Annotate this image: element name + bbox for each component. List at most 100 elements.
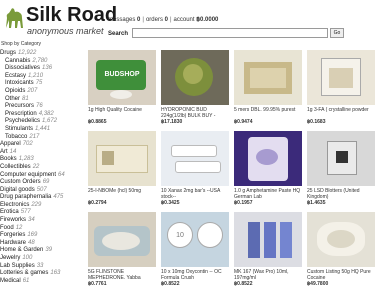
category-label: Drug paraphernalia: [0, 194, 52, 201]
category-link[interactable]: Food 12: [0, 225, 79, 233]
category-link[interactable]: Forgeries 169: [0, 232, 79, 240]
category-label: Drugs: [0, 50, 17, 56]
listing-thumbnail[interactable]: 10: [161, 212, 229, 267]
listing-item[interactable]: 25 LSD Blotters (United Kingdom) ฿1.4635: [307, 131, 375, 206]
listing-thumbnail[interactable]: [307, 131, 375, 186]
listing-thumbnail[interactable]: BUDSHOP: [88, 50, 156, 105]
listing-item[interactable]: 10 Xanax 2mg bar's --USA stock-- ฿0.3425: [161, 131, 229, 206]
category-link[interactable]: Ecstasy 1,210: [0, 73, 79, 81]
category-link[interactable]: Erotica 577: [0, 209, 79, 217]
listing-thumbnail[interactable]: [161, 50, 229, 105]
listing-item[interactable]: 1g 3-FA ( crystalline powder ฿0.1683: [307, 50, 375, 125]
listing-thumbnail[interactable]: [234, 131, 302, 186]
listing-item[interactable]: BUDSHOP 1g High Quality Cocaine ฿0.8865: [88, 50, 156, 125]
listing-item[interactable]: 1.0 g Amphetamine Paste HQ German Lab ฿0.…: [234, 131, 302, 206]
listing-title[interactable]: 10 Xanax 2mg bar's --USA stock--: [161, 188, 229, 200]
listing-title[interactable]: 5 mers DBL. 99.95% purest: [234, 107, 302, 119]
category-link[interactable]: Electronics 229: [0, 202, 79, 210]
listing-title[interactable]: 10 x 10mg Oxycontin -- OC Formula Crush: [161, 269, 229, 281]
listing-thumbnail[interactable]: [307, 212, 375, 267]
category-link[interactable]: Apparel 702: [0, 141, 79, 149]
category-label: Stimulants: [5, 125, 34, 132]
go-button[interactable]: Go: [330, 28, 344, 38]
category-link[interactable]: Prescription 4,382: [0, 111, 79, 119]
listing-title[interactable]: 1g 3-FA ( crystalline powder: [307, 107, 375, 119]
listing-thumbnail[interactable]: [307, 50, 375, 105]
category-count: 702: [22, 141, 33, 148]
category-count: 4,382: [38, 110, 54, 117]
listing-title[interactable]: 5G FLINSTONE MEPHEDRONE. Yabba Dabba: [88, 269, 156, 281]
category-label: Fireworks: [0, 217, 27, 224]
listing-thumbnail[interactable]: [88, 131, 156, 186]
orders-link[interactable]: orders 0: [146, 17, 168, 23]
category-link[interactable]: Computer equipment 64: [0, 172, 79, 180]
account-link[interactable]: account ฿0.0000: [174, 17, 219, 23]
category-link[interactable]: Home & Garden 39: [0, 247, 79, 255]
site-title[interactable]: Silk Road: [26, 5, 117, 25]
category-label: Psychedelics: [5, 118, 41, 125]
category-link[interactable]: Cannabis 2,780: [0, 58, 79, 66]
category-link[interactable]: Lab Supplies 33: [0, 263, 79, 271]
category-link[interactable]: Precursors 76: [0, 103, 79, 111]
category-label: Lab Supplies: [0, 262, 35, 269]
category-link[interactable]: Fireworks 34: [0, 217, 79, 225]
listing-thumbnail[interactable]: [234, 212, 302, 267]
listing-item[interactable]: 5G FLINSTONE MEPHEDRONE. Yabba Dabba฿0.7…: [88, 212, 156, 287]
category-sidebar: Drugs 12,922 Cannabis 2,780 Dissociatives 136…: [0, 50, 79, 294]
messages-link[interactable]: messages 0: [108, 17, 140, 23]
listing-title[interactable]: 25-I-NBOMe (hcl) 50mg: [88, 188, 156, 200]
listing-title[interactable]: 1.0 g Amphetamine Paste HQ German Lab: [234, 188, 302, 200]
category-link[interactable]: Other 81: [0, 96, 79, 104]
category-link[interactable]: Medical 61: [0, 278, 79, 286]
category-count: 76: [36, 103, 43, 110]
category-link[interactable]: Tobacco 217: [0, 134, 79, 142]
listing-item[interactable]: 5 mers DBL. 99.95% purest ฿0.9474: [234, 50, 302, 125]
category-count: 1,283: [18, 156, 34, 163]
listing-item[interactable]: MK 167 (Wax Pro) 10ml, 197mg/ml ฿0.8522: [234, 212, 302, 287]
category-link[interactable]: Drugs 12,922: [0, 50, 79, 58]
listing-thumbnail[interactable]: [161, 131, 229, 186]
camel-logo-icon[interactable]: [3, 4, 25, 30]
listing-item[interactable]: Custom Listing 50g HQ Pure Cocaine ฿49.78…: [307, 212, 375, 287]
listing-item[interactable]: HYDROPONIC BUD 224g(1/2lb) BULK BUY - ฿17…: [161, 50, 229, 125]
listing-title[interactable]: 25 LSD Blotters (United Kingdom): [307, 188, 375, 200]
category-label: Forgeries: [0, 232, 26, 239]
category-link[interactable]: Stimulants 1,441: [0, 126, 79, 134]
category-label: Opioids: [5, 87, 26, 94]
category-link[interactable]: Lotteries & games 163: [0, 270, 79, 278]
category-count: 12: [15, 224, 23, 231]
category-link[interactable]: Dissociatives 136: [0, 65, 79, 73]
budshop-label: BUDSHOP: [104, 71, 140, 78]
category-link[interactable]: Intoxicants 75: [0, 80, 79, 88]
listing-item[interactable]: 25-I-NBOMe (hcl) 50mg ฿0.2794: [88, 131, 156, 206]
listing-title[interactable]: 1g High Quality Cocaine: [88, 107, 156, 119]
listing-title[interactable]: MK 167 (Wax Pro) 10ml, 197mg/ml: [234, 269, 302, 281]
listing-item[interactable]: 10 10 x 10mg Oxycontin -- OC Formula Crus…: [161, 212, 229, 287]
listing-thumbnail[interactable]: [88, 212, 156, 267]
category-link[interactable]: Opioids 207: [0, 88, 79, 96]
sidebar-header: Shop by Category: [1, 41, 42, 47]
category-label: Tobacco: [5, 133, 28, 140]
listing-price: ฿0.3425: [161, 200, 180, 206]
category-link[interactable]: Drug paraphernalia 475: [0, 194, 79, 202]
category-count: 61: [22, 277, 30, 284]
category-link[interactable]: Art 14: [0, 149, 79, 157]
category-label: Apparel: [0, 141, 21, 148]
category-label: Collectibles: [0, 163, 31, 170]
listing-title[interactable]: HYDROPONIC BUD 224g(1/2lb) BULK BUY -: [161, 107, 229, 119]
category-link[interactable]: Jewelry 100: [0, 255, 79, 263]
listing-thumbnail[interactable]: [234, 50, 302, 105]
category-link[interactable]: Books 1,283: [0, 156, 79, 164]
listing-price: ฿17.1830: [161, 119, 183, 125]
category-link[interactable]: Hardware 48: [0, 240, 79, 248]
category-label: Erotica: [0, 209, 19, 216]
listing-title[interactable]: Custom Listing 50g HQ Pure Cocaine: [307, 269, 375, 281]
category-link[interactable]: Collectibles 22: [0, 164, 79, 172]
category-label: Jewelry: [0, 255, 21, 262]
category-count: 33: [36, 262, 44, 269]
category-link[interactable]: Psychedelics 1,672: [0, 118, 79, 126]
category-link[interactable]: Digital goods 507: [0, 187, 79, 195]
listing-price: ฿0.1957: [234, 200, 253, 206]
category-link[interactable]: Custom Orders 69: [0, 179, 79, 187]
search-input[interactable]: [132, 28, 328, 38]
